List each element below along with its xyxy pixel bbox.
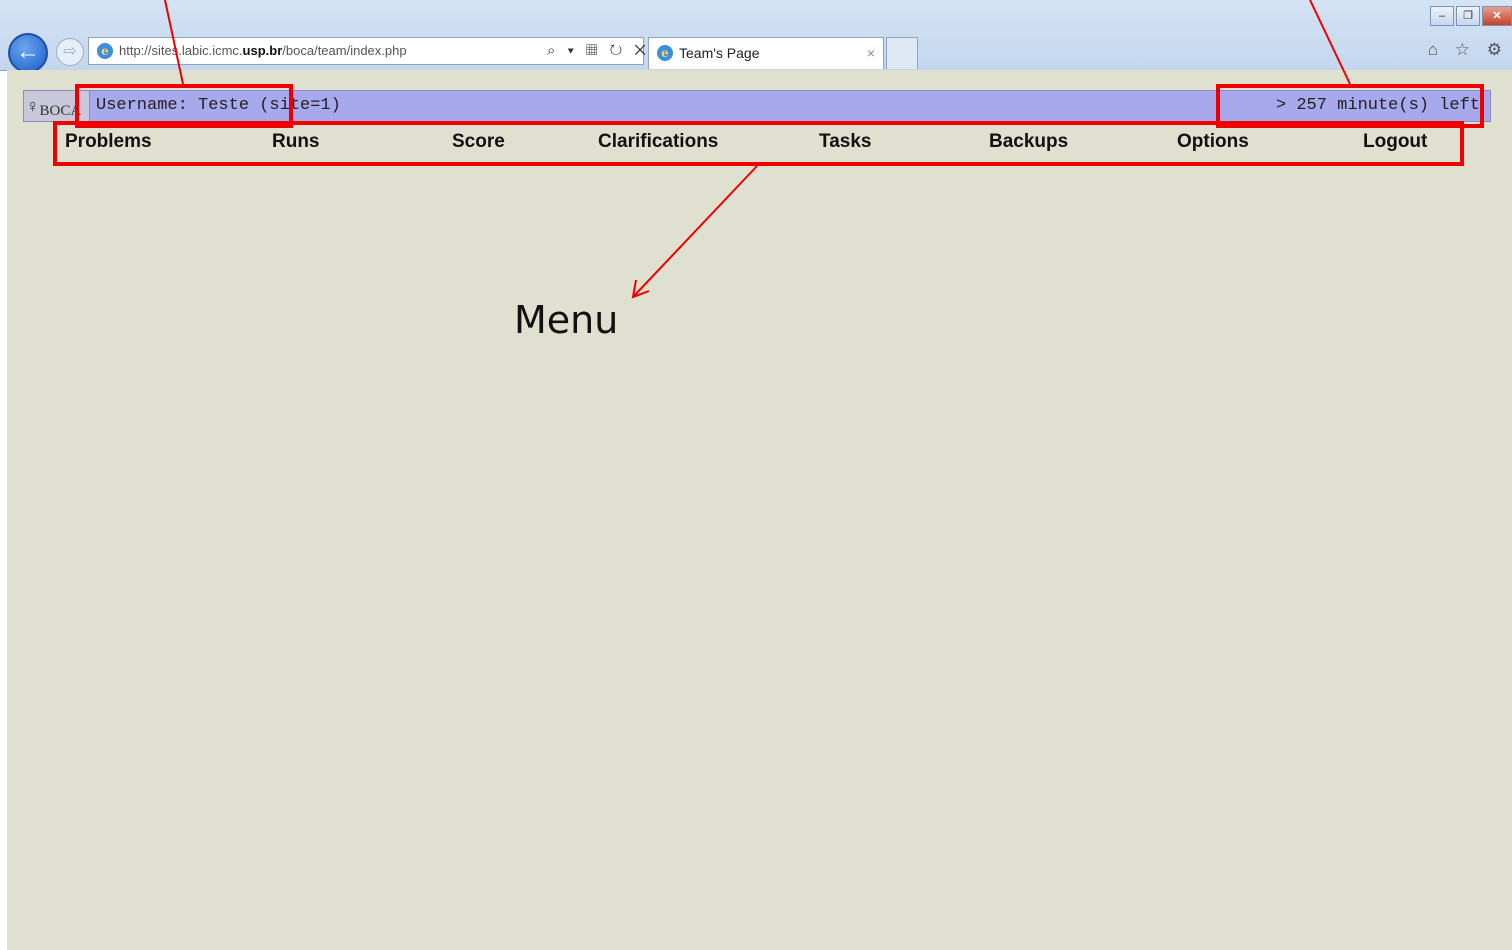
new-tab-button[interactable] <box>886 37 918 69</box>
page-content: ♀BOCA Username: Teste (site=1) > 257 min… <box>7 70 1512 950</box>
browser-chrome: ← ⇨ e http://sites.labic.icmc.usp.br/boc… <box>0 0 1512 73</box>
menu-item-options[interactable]: Options <box>1177 125 1249 159</box>
address-bar[interactable]: e http://sites.labic.icmc.usp.br/boca/te… <box>88 37 646 65</box>
tab-close-icon[interactable]: × <box>867 38 875 68</box>
annotation-menu-label: Menu <box>514 298 619 342</box>
home-favorites-tools-icons[interactable]: ⌂ ☆ ⚙ <box>1428 40 1508 60</box>
menu-item-runs[interactable]: Runs <box>272 125 320 159</box>
restore-button[interactable]: ❐ <box>1456 6 1480 26</box>
header-bar: ♀BOCA Username: Teste (site=1) > 257 min… <box>23 90 1491 122</box>
back-button[interactable]: ← <box>8 33 48 73</box>
ie-tab-icon: e <box>657 45 673 61</box>
forward-button[interactable]: ⇨ <box>56 38 84 66</box>
back-arrow-icon: ← <box>16 38 40 65</box>
menu-item-logout[interactable]: Logout <box>1363 125 1427 159</box>
minimize-button[interactable]: – <box>1430 6 1454 26</box>
menu-item-problems[interactable]: Problems <box>65 125 152 159</box>
lightbulb-icon: ♀ <box>26 96 40 116</box>
username-text: Username: Teste (site=1) <box>96 96 341 115</box>
menu-item-score[interactable]: Score <box>452 125 505 159</box>
close-window-button[interactable]: ✕ <box>1482 6 1512 26</box>
url-text[interactable]: http://sites.labic.icmc.usp.br/boca/team… <box>119 38 407 64</box>
menu-item-tasks[interactable]: Tasks <box>819 125 871 159</box>
menu-item-backups[interactable]: Backups <box>989 125 1068 159</box>
forward-arrow-icon: ⇨ <box>63 43 77 60</box>
menu-item-clarifications[interactable]: Clarifications <box>598 125 718 159</box>
tab-title: Team's Page <box>679 45 760 61</box>
address-actions-icons[interactable]: ⌕ ▾ ▦ ↻ ✕ <box>547 38 650 64</box>
window-controls: – ❐ ✕ <box>1428 6 1512 26</box>
boca-logo-text: BOCA <box>39 103 82 119</box>
main-menu: Problems Runs Score Clarifications Tasks… <box>57 125 1463 159</box>
boca-logo: ♀BOCA <box>24 91 90 121</box>
ie-page-icon: e <box>97 43 113 59</box>
time-left: > 257 minute(s) left <box>1275 96 1480 115</box>
tab-teams-page[interactable]: e Team's Page × <box>648 37 884 69</box>
